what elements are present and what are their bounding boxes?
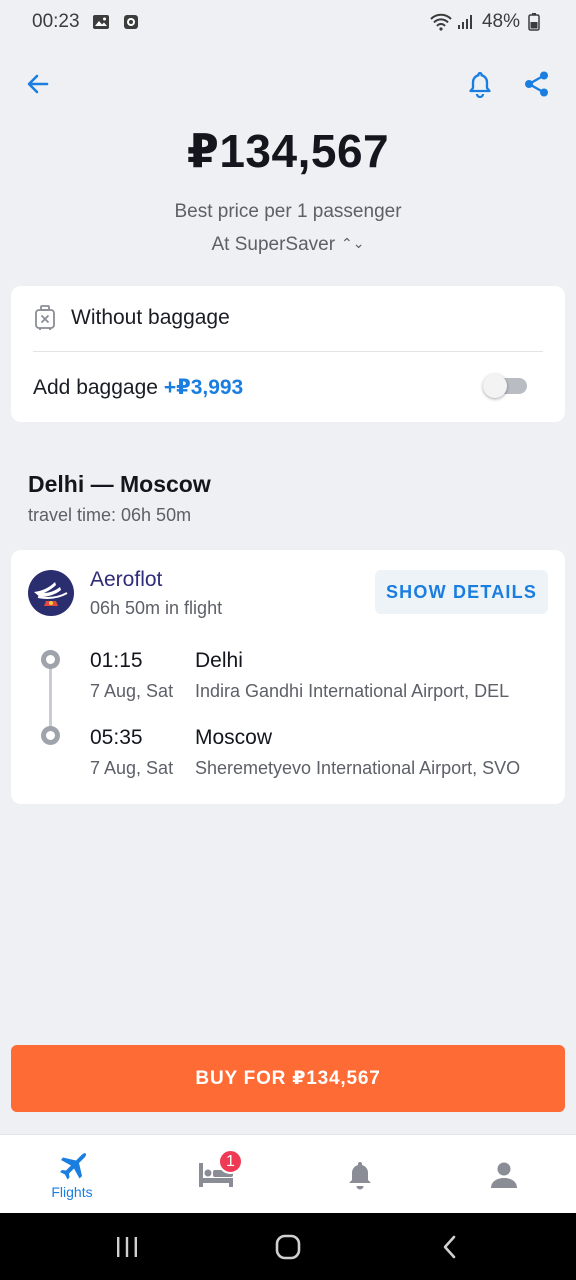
tab-profile[interactable] bbox=[432, 1135, 576, 1214]
back-chevron-icon bbox=[443, 1235, 456, 1259]
plane-icon bbox=[60, 1152, 87, 1179]
airline-logo-icon bbox=[28, 570, 74, 616]
tab-hotels[interactable]: 1 bbox=[144, 1135, 288, 1214]
baggage-card: Without baggage Add baggage +₽3,993 bbox=[11, 286, 565, 422]
add-baggage-label: Add baggage bbox=[33, 376, 158, 399]
baggage-option: Without baggage bbox=[33, 304, 230, 332]
arrival-airport: Sheremetyevo International Airport, SVO bbox=[195, 758, 521, 778]
baggage-option-label: Without baggage bbox=[71, 306, 230, 329]
gallery-notification-icon bbox=[92, 13, 110, 31]
buy-button[interactable]: BUY FOR ₽134,567 bbox=[11, 1045, 565, 1112]
add-baggage-toggle[interactable] bbox=[483, 374, 527, 398]
timeline-line bbox=[49, 662, 52, 736]
chevron-up-down-icon: ⌃⌄ bbox=[341, 235, 365, 251]
battery-percent: 48% bbox=[481, 11, 520, 32]
system-back-button[interactable] bbox=[420, 1225, 480, 1269]
recent-apps-button[interactable] bbox=[97, 1225, 157, 1269]
bottom-tab-bar: Flights 1 bbox=[0, 1134, 576, 1213]
app-notification-icon bbox=[122, 13, 140, 31]
price-alert-button[interactable] bbox=[458, 62, 502, 106]
suitcase-crossed-icon bbox=[35, 305, 55, 330]
arrival-date: 7 Aug, Sat bbox=[90, 758, 174, 778]
share-button[interactable] bbox=[515, 62, 559, 106]
share-icon bbox=[525, 71, 548, 97]
flight-duration: 06h 50m in flight bbox=[90, 598, 223, 618]
status-time: 00:23 bbox=[32, 11, 80, 32]
price-total: ₽134,567 bbox=[186, 125, 390, 177]
recent-apps-icon bbox=[117, 1237, 137, 1257]
status-bar: 00:23 48% bbox=[0, 0, 576, 44]
flight-card[interactable]: Aeroflot 06h 50m in flight SHOW DETAILS … bbox=[11, 550, 565, 804]
system-navigation-bar bbox=[0, 1213, 576, 1280]
home-button[interactable] bbox=[258, 1225, 318, 1269]
tab-flights[interactable]: Flights bbox=[0, 1135, 144, 1214]
add-baggage-row: Add baggage +₽3,993 bbox=[33, 375, 243, 400]
add-baggage-price: +₽3,993 bbox=[163, 376, 244, 399]
agency-selector[interactable]: At SuperSaver ⌃⌄ bbox=[0, 234, 576, 256]
agency-name: At SuperSaver bbox=[211, 234, 336, 255]
route-title: Delhi — Moscow bbox=[28, 471, 211, 497]
price-subtitle: Best price per 1 passenger bbox=[174, 201, 402, 222]
tab-flights-label: Flights bbox=[51, 1183, 93, 1200]
toggle-knob bbox=[483, 374, 507, 398]
route-travel-time: travel time: 06h 50m bbox=[28, 505, 192, 525]
wifi-icon bbox=[430, 13, 452, 31]
arrival-dot-icon bbox=[41, 726, 60, 745]
arrival-city: Moscow bbox=[195, 726, 273, 749]
battery-icon bbox=[528, 13, 546, 31]
airline-name: Aeroflot bbox=[90, 568, 163, 591]
home-icon bbox=[275, 1234, 301, 1260]
departure-dot-icon bbox=[41, 650, 60, 669]
hotels-badge: 1 bbox=[218, 1149, 243, 1174]
signal-icon bbox=[456, 13, 474, 31]
divider bbox=[33, 351, 543, 352]
arrival-time: 05:35 bbox=[90, 726, 143, 749]
back-button[interactable] bbox=[16, 62, 60, 106]
show-details-button[interactable]: SHOW DETAILS bbox=[375, 570, 548, 614]
departure-city: Delhi bbox=[195, 649, 243, 672]
departure-time: 01:15 bbox=[90, 649, 143, 672]
departure-airport: Indira Gandhi International Airport, DEL bbox=[195, 681, 510, 701]
tab-alerts[interactable] bbox=[288, 1135, 432, 1214]
person-icon bbox=[491, 1162, 517, 1188]
bell-icon bbox=[469, 71, 491, 98]
bell-icon bbox=[349, 1161, 371, 1189]
top-navigation bbox=[0, 60, 576, 108]
back-arrow-icon bbox=[27, 74, 49, 94]
departure-date: 7 Aug, Sat bbox=[90, 681, 174, 701]
